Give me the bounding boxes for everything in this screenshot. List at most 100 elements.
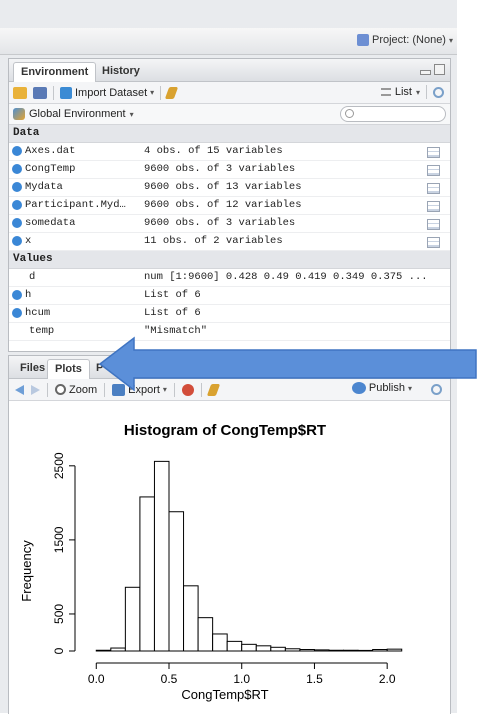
- data-row[interactable]: x 11 obs. of 2 variables: [9, 233, 450, 251]
- variable-name: x: [25, 235, 32, 247]
- zoom-button[interactable]: Zoom: [55, 384, 97, 396]
- expand-arrow-icon[interactable]: [12, 164, 22, 174]
- callout-arrow-shape: [98, 336, 477, 392]
- data-row[interactable]: Participant.Myd… 9600 obs. of 12 variabl…: [9, 197, 450, 215]
- expand-arrow-icon[interactable]: [12, 218, 22, 228]
- variable-name: Participant.Myd…: [25, 199, 126, 211]
- open-folder-icon[interactable]: [13, 86, 27, 99]
- view-table-icon[interactable]: [427, 183, 440, 194]
- variable-name: h: [25, 289, 32, 301]
- env-tabbar: Environment History: [9, 59, 450, 82]
- tab-plots[interactable]: Plots: [47, 359, 90, 379]
- value-row[interactable]: hcum List of 6: [9, 305, 450, 323]
- chevron-down-icon: ▾: [150, 88, 155, 97]
- import-dataset-button[interactable]: Import Dataset ▾: [60, 86, 155, 99]
- callout-arrow-icon: [98, 336, 477, 392]
- variable-value: 11 obs. of 2 variables: [144, 235, 283, 247]
- expand-arrow-icon[interactable]: [12, 290, 22, 300]
- x-axis-label: CongTemp$RT: [181, 687, 268, 702]
- y-tick-label: 500: [52, 604, 66, 624]
- variable-value: 4 obs. of 15 variables: [144, 145, 283, 157]
- minimize-pane-icon[interactable]: [420, 70, 431, 75]
- toolbar-divider: [426, 85, 427, 99]
- list-view-label: List: [394, 86, 412, 98]
- view-table-icon[interactable]: [427, 201, 440, 212]
- view-table-icon[interactable]: [427, 165, 440, 176]
- tab-environment[interactable]: Environment: [13, 62, 97, 82]
- x-tick-label: 2.0: [379, 672, 396, 686]
- chevron-down-icon: ▾: [129, 109, 134, 119]
- data-row[interactable]: CongTemp 9600 obs. of 3 variables: [9, 161, 450, 179]
- broom-clear-icon[interactable]: [164, 86, 179, 99]
- histogram-chart: Histogram of CongTemp$RT CongTemp$RT Fre…: [19, 422, 403, 702]
- data-rows: Axes.dat 4 obs. of 15 variables CongTemp…: [9, 143, 450, 251]
- histogram-bar: [357, 649, 374, 652]
- expand-arrow-icon[interactable]: [12, 200, 22, 210]
- histogram-bar: [372, 649, 388, 652]
- histogram-bar: [270, 646, 286, 652]
- variable-value: num [1:9600] 0.428 0.49 0.419 0.349 0.37…: [144, 271, 428, 283]
- tab-history[interactable]: History: [95, 62, 147, 81]
- y-axis: 0 500 1500 2500: [52, 452, 76, 654]
- environment-pane: Environment History Import Dataset ▾ Lis…: [8, 58, 451, 352]
- histogram-bar: [197, 617, 214, 652]
- toolbar-divider: [47, 382, 48, 397]
- refresh-icon[interactable]: [433, 86, 444, 98]
- list-icon: [380, 88, 391, 96]
- x-tick-label: 0.5: [161, 672, 178, 686]
- project-icon: [357, 34, 369, 46]
- data-row[interactable]: Axes.dat 4 obs. of 15 variables: [9, 143, 450, 161]
- next-plot-icon[interactable]: [31, 384, 40, 395]
- variable-name: hcum: [25, 307, 51, 319]
- previous-plot-icon[interactable]: [15, 384, 24, 395]
- variable-name: Mydata: [25, 181, 63, 193]
- variable-name: Axes.dat: [25, 145, 76, 157]
- histogram-bar: [313, 649, 330, 652]
- project-menu[interactable]: Project: (None) ▾: [357, 34, 453, 46]
- chevron-down-icon: ▾: [448, 35, 453, 45]
- view-table-icon[interactable]: [427, 237, 440, 248]
- environment-search-input[interactable]: [340, 106, 446, 122]
- view-table-icon[interactable]: [427, 219, 440, 230]
- variable-value: 9600 obs. of 3 variables: [144, 163, 296, 175]
- x-tick-label: 1.5: [306, 672, 323, 686]
- histogram-bars: [95, 460, 403, 652]
- histogram-bar: [110, 647, 126, 652]
- data-row[interactable]: somedata 9600 obs. of 3 variables: [9, 215, 450, 233]
- histogram-bar: [241, 643, 257, 652]
- variable-name: somedata: [25, 217, 76, 229]
- expand-arrow-icon[interactable]: [12, 236, 22, 246]
- environment-selector[interactable]: Global Environment ▾: [13, 108, 134, 120]
- y-axis-label: Frequency: [19, 540, 34, 602]
- y-tick-label: 2500: [52, 452, 66, 479]
- value-row[interactable]: h List of 6: [9, 287, 450, 305]
- value-rows: d num [1:9600] 0.428 0.49 0.419 0.349 0.…: [9, 269, 450, 341]
- zoom-icon: [55, 384, 66, 395]
- expand-arrow-icon[interactable]: [12, 182, 22, 192]
- x-tick-label: 1.0: [233, 672, 250, 686]
- view-table-icon[interactable]: [427, 147, 440, 158]
- histogram-bar: [168, 511, 185, 652]
- values-section-heading: Values: [9, 251, 450, 269]
- histogram-bar: [212, 633, 228, 652]
- list-view-button[interactable]: List ▾: [380, 86, 420, 98]
- project-label: Project: (None): [372, 34, 446, 46]
- histogram-bar: [226, 640, 243, 652]
- maximize-pane-icon[interactable]: [434, 64, 445, 75]
- plot-viewer: Histogram of CongTemp$RT CongTemp$RT Fre…: [9, 401, 450, 714]
- variable-name: CongTemp: [25, 163, 76, 175]
- value-row[interactable]: d num [1:9600] 0.428 0.49 0.419 0.349 0.…: [9, 269, 450, 287]
- histogram-bar: [328, 649, 345, 652]
- y-tick-label: 1500: [52, 526, 66, 553]
- environment-icon: [13, 108, 25, 120]
- chart-title: Histogram of CongTemp$RT: [124, 422, 326, 439]
- data-row[interactable]: Mydata 9600 obs. of 13 variables: [9, 179, 450, 197]
- data-section-heading: Data: [9, 125, 450, 143]
- save-icon[interactable]: [33, 86, 47, 99]
- variable-name: d: [29, 271, 36, 283]
- files-plots-pane: Files Plots P Zoom Export ▾ Publish ▾ Hi…: [8, 355, 451, 714]
- histogram-bar: [284, 648, 301, 652]
- expand-arrow-icon[interactable]: [12, 308, 22, 318]
- histogram-bar: [386, 648, 403, 652]
- expand-arrow-icon[interactable]: [12, 146, 22, 156]
